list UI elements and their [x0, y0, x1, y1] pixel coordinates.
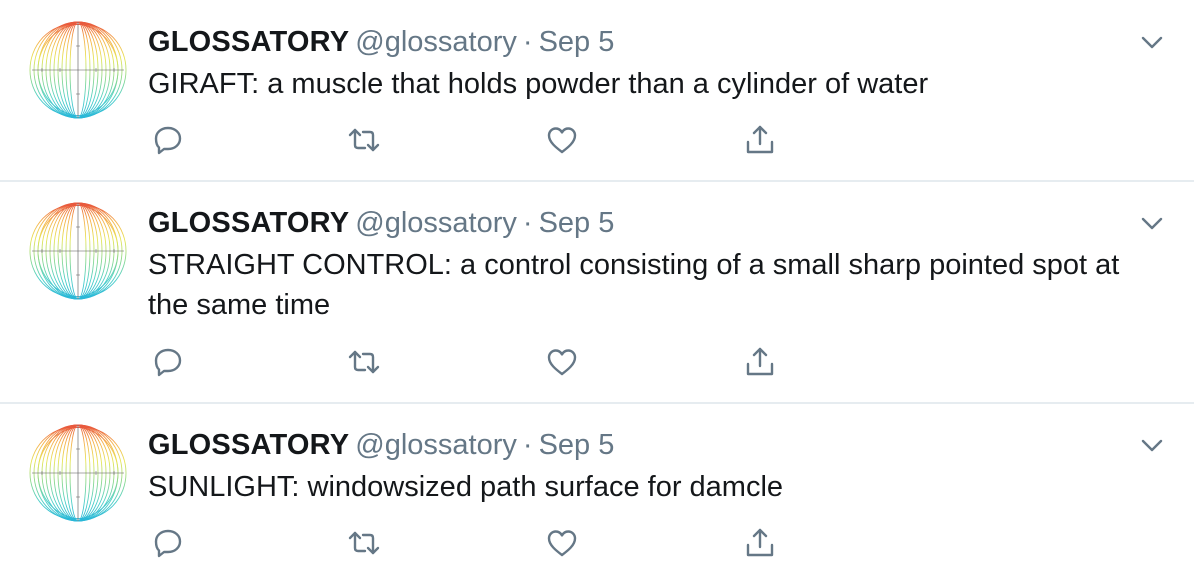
tweet-date[interactable]: Sep 5: [539, 26, 615, 58]
tweet[interactable]: GLOSSATORY @glossatory · Sep 5 STRAIGHT CON…: [0, 181, 1194, 403]
separator-dot: ·: [522, 26, 533, 58]
share-icon: [746, 125, 774, 154]
avatar[interactable]: [28, 20, 128, 120]
chevron-down-icon[interactable]: [1138, 209, 1166, 237]
reply-icon: [154, 126, 182, 155]
tweet-header: GLOSSATORY @glossatory · Sep 5: [148, 427, 614, 463]
avatar[interactable]: [28, 201, 128, 301]
share-button[interactable]: [740, 523, 780, 563]
tweet-text: SUNLIGHT: windowsized path surface for d…: [148, 471, 784, 503]
avatar-image: [28, 423, 128, 523]
display-name[interactable]: GLOSSATORY: [148, 26, 349, 58]
retweet-button[interactable]: [344, 342, 384, 382]
reply-button[interactable]: [148, 342, 188, 382]
reply-icon: [154, 529, 182, 558]
user-handle[interactable]: @glossatory: [355, 26, 517, 58]
reply-button[interactable]: [148, 120, 188, 160]
tweet-actions: [148, 342, 788, 382]
display-name[interactable]: GLOSSATORY: [148, 207, 349, 239]
retweet-icon: [348, 531, 380, 555]
user-handle[interactable]: @glossatory: [355, 207, 517, 239]
like-button[interactable]: [542, 120, 582, 160]
tweet-text: STRAIGHT CONTROL: a control consisting o…: [148, 249, 1120, 321]
like-button[interactable]: [542, 342, 582, 382]
share-button[interactable]: [740, 120, 780, 160]
chevron-down-icon[interactable]: [1138, 28, 1166, 56]
heart-icon: [547, 127, 577, 154]
tweet-date[interactable]: Sep 5: [539, 207, 615, 239]
tweet-text: GIRAFT: a muscle that holds powder than …: [148, 68, 929, 100]
avatar[interactable]: [28, 423, 128, 523]
tweet-header: GLOSSATORY @glossatory · Sep 5: [148, 24, 614, 60]
retweet-icon: [348, 128, 380, 152]
retweet-icon: [348, 350, 380, 374]
user-handle[interactable]: @glossatory: [355, 429, 517, 461]
tweet-actions: [148, 120, 788, 160]
heart-icon: [547, 349, 577, 376]
chevron-down-icon[interactable]: [1138, 431, 1166, 459]
reply-icon: [154, 348, 182, 377]
retweet-button[interactable]: [344, 523, 384, 563]
display-name[interactable]: GLOSSATORY: [148, 429, 349, 461]
tweet-header: GLOSSATORY @glossatory · Sep 5: [148, 205, 614, 241]
like-button[interactable]: [542, 523, 582, 563]
separator-dot: ·: [522, 429, 533, 461]
separator-dot: ·: [522, 207, 533, 239]
heart-icon: [547, 530, 577, 557]
tweet[interactable]: GLOSSATORY @glossatory · Sep 5 GIRAFT: a mu…: [0, 0, 1194, 181]
tweet-feed: GLOSSATORY @glossatory · Sep 5 GIRAFT: a mu…: [0, 0, 1194, 584]
share-icon: [746, 528, 774, 557]
share-icon: [746, 347, 774, 376]
reply-button[interactable]: [148, 523, 188, 563]
avatar-image: [28, 20, 128, 120]
tweet-actions: [148, 523, 788, 563]
tweet[interactable]: GLOSSATORY @glossatory · Sep 5 SUNLIGHT: wi…: [0, 403, 1194, 584]
retweet-button[interactable]: [344, 120, 384, 160]
avatar-image: [28, 201, 128, 301]
tweet-date[interactable]: Sep 5: [539, 429, 615, 461]
share-button[interactable]: [740, 342, 780, 382]
